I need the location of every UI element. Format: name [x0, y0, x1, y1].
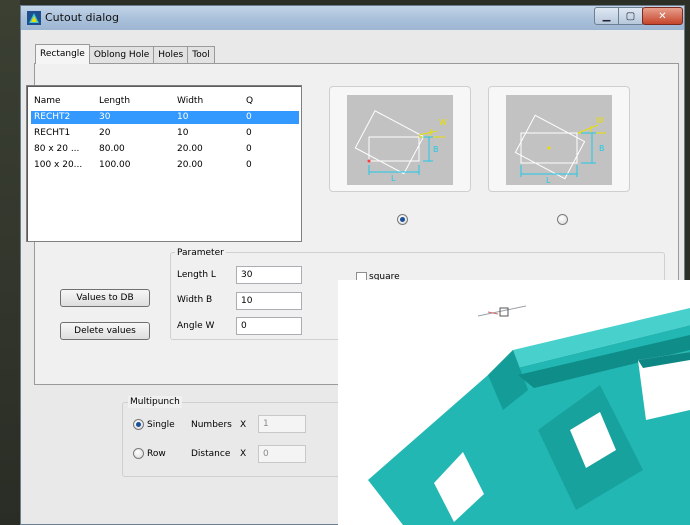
column-header-length[interactable]: Length — [99, 95, 130, 108]
list-cell-q: 0 — [246, 160, 252, 170]
distance-x-label: X — [240, 449, 247, 459]
rectangle-sketch-icon: W B L — [514, 114, 606, 185]
tab-rectangle[interactable]: Rectangle — [35, 44, 90, 64]
delete-values-button[interactable]: Delete values — [60, 322, 150, 340]
list-item[interactable]: 80 x 20 ... 80.00 20.00 0 — [31, 143, 299, 156]
parameter-title: Parameter — [175, 247, 226, 259]
list-cell-q: 0 — [246, 112, 252, 122]
list-cell-name: 100 x 20... — [34, 160, 83, 170]
list-item[interactable]: RECHT1 20 10 0 — [31, 127, 299, 140]
preview-rectangle-center[interactable]: W B L — [488, 86, 630, 192]
width-label: Width B — [177, 295, 213, 305]
tab-bar: Rectangle Oblong Hole Holes Tool — [35, 44, 215, 64]
tab-tool[interactable]: Tool — [187, 46, 215, 64]
numbers-x-label: X — [240, 420, 247, 430]
list-cell-length: 80.00 — [99, 144, 125, 154]
list-cell-length: 30 — [99, 112, 111, 122]
length-label: Length L — [177, 270, 216, 280]
minimize-button[interactable]: ▁ — [594, 7, 619, 25]
maximize-button[interactable]: ▢ — [618, 7, 643, 25]
maximize-icon: ▢ — [625, 10, 636, 22]
preview-left-radio[interactable] — [397, 214, 408, 225]
column-header-name[interactable]: Name — [34, 95, 61, 108]
length-input[interactable]: 30 — [236, 266, 302, 284]
preview-rectangle-corner[interactable]: W B L — [329, 86, 471, 192]
list-cell-name: 80 x 20 ... — [34, 144, 80, 154]
row-label: Row — [147, 449, 166, 459]
multipunch-group — [122, 402, 352, 477]
list-header: Name Length Width Q — [31, 95, 299, 108]
list-cell-width: 10 — [177, 128, 189, 138]
column-header-q[interactable]: Q — [246, 95, 253, 108]
preview-right-b: B — [599, 144, 605, 153]
preview-left-w: W — [439, 118, 447, 127]
window-title: Cutout dialog — [45, 11, 120, 24]
list-item[interactable]: RECHT2 30 10 0 — [31, 111, 299, 124]
list-cell-name: RECHT2 — [34, 112, 71, 122]
multipunch-title: Multipunch — [128, 396, 182, 408]
row-radio[interactable] — [133, 448, 144, 459]
title-bar[interactable]: Cutout dialog ▁ ▢ ✕ — [21, 6, 684, 30]
sheet-metal-part-image — [368, 305, 690, 525]
list-item[interactable]: 100 x 20... 100.00 20.00 0 — [31, 159, 299, 172]
distance-input[interactable]: 0 — [258, 445, 306, 463]
preview-image: W B L — [506, 95, 612, 185]
close-button[interactable]: ✕ — [642, 7, 683, 25]
list-cell-q: 0 — [246, 128, 252, 138]
preview-left-b: B — [433, 145, 439, 154]
list-cell-q: 0 — [246, 144, 252, 154]
preview-right-l: L — [546, 176, 551, 185]
preview-left-l: L — [391, 174, 396, 183]
angle-input[interactable]: 0 — [236, 317, 302, 335]
list-cell-length: 100.00 — [99, 160, 131, 170]
list-cell-width: 20.00 — [177, 144, 203, 154]
single-label: Single — [147, 420, 175, 430]
preview-right-radio[interactable] — [557, 214, 568, 225]
angle-label: Angle W — [177, 321, 215, 331]
preview-right-w: W — [596, 116, 604, 125]
list-cell-width: 20.00 — [177, 160, 203, 170]
part-3d-preview-overlay — [338, 280, 690, 525]
tab-holes[interactable]: Holes — [153, 46, 189, 64]
minimize-icon: ▁ — [602, 10, 611, 22]
rectangle-sketch-icon: W B L — [354, 110, 447, 183]
close-icon: ✕ — [658, 10, 667, 22]
numbers-input[interactable]: 1 — [258, 415, 306, 433]
column-header-width[interactable]: Width — [177, 95, 203, 108]
single-radio[interactable] — [133, 419, 144, 430]
preview-image: W B L — [347, 95, 453, 185]
list-cell-width: 10 — [177, 112, 189, 122]
width-input[interactable]: 10 — [236, 292, 302, 310]
distance-label: Distance — [191, 449, 231, 459]
numbers-label: Numbers — [191, 420, 232, 430]
values-to-db-button[interactable]: Values to DB — [60, 289, 150, 307]
desktop-background — [0, 0, 20, 525]
tab-oblong-hole[interactable]: Oblong Hole — [88, 46, 155, 64]
list-cell-length: 20 — [99, 128, 111, 138]
list-cell-name: RECHT1 — [34, 128, 71, 138]
app-icon — [27, 11, 41, 25]
cutout-list[interactable]: Name Length Width Q RECHT2 30 10 0 RECHT… — [26, 85, 302, 242]
